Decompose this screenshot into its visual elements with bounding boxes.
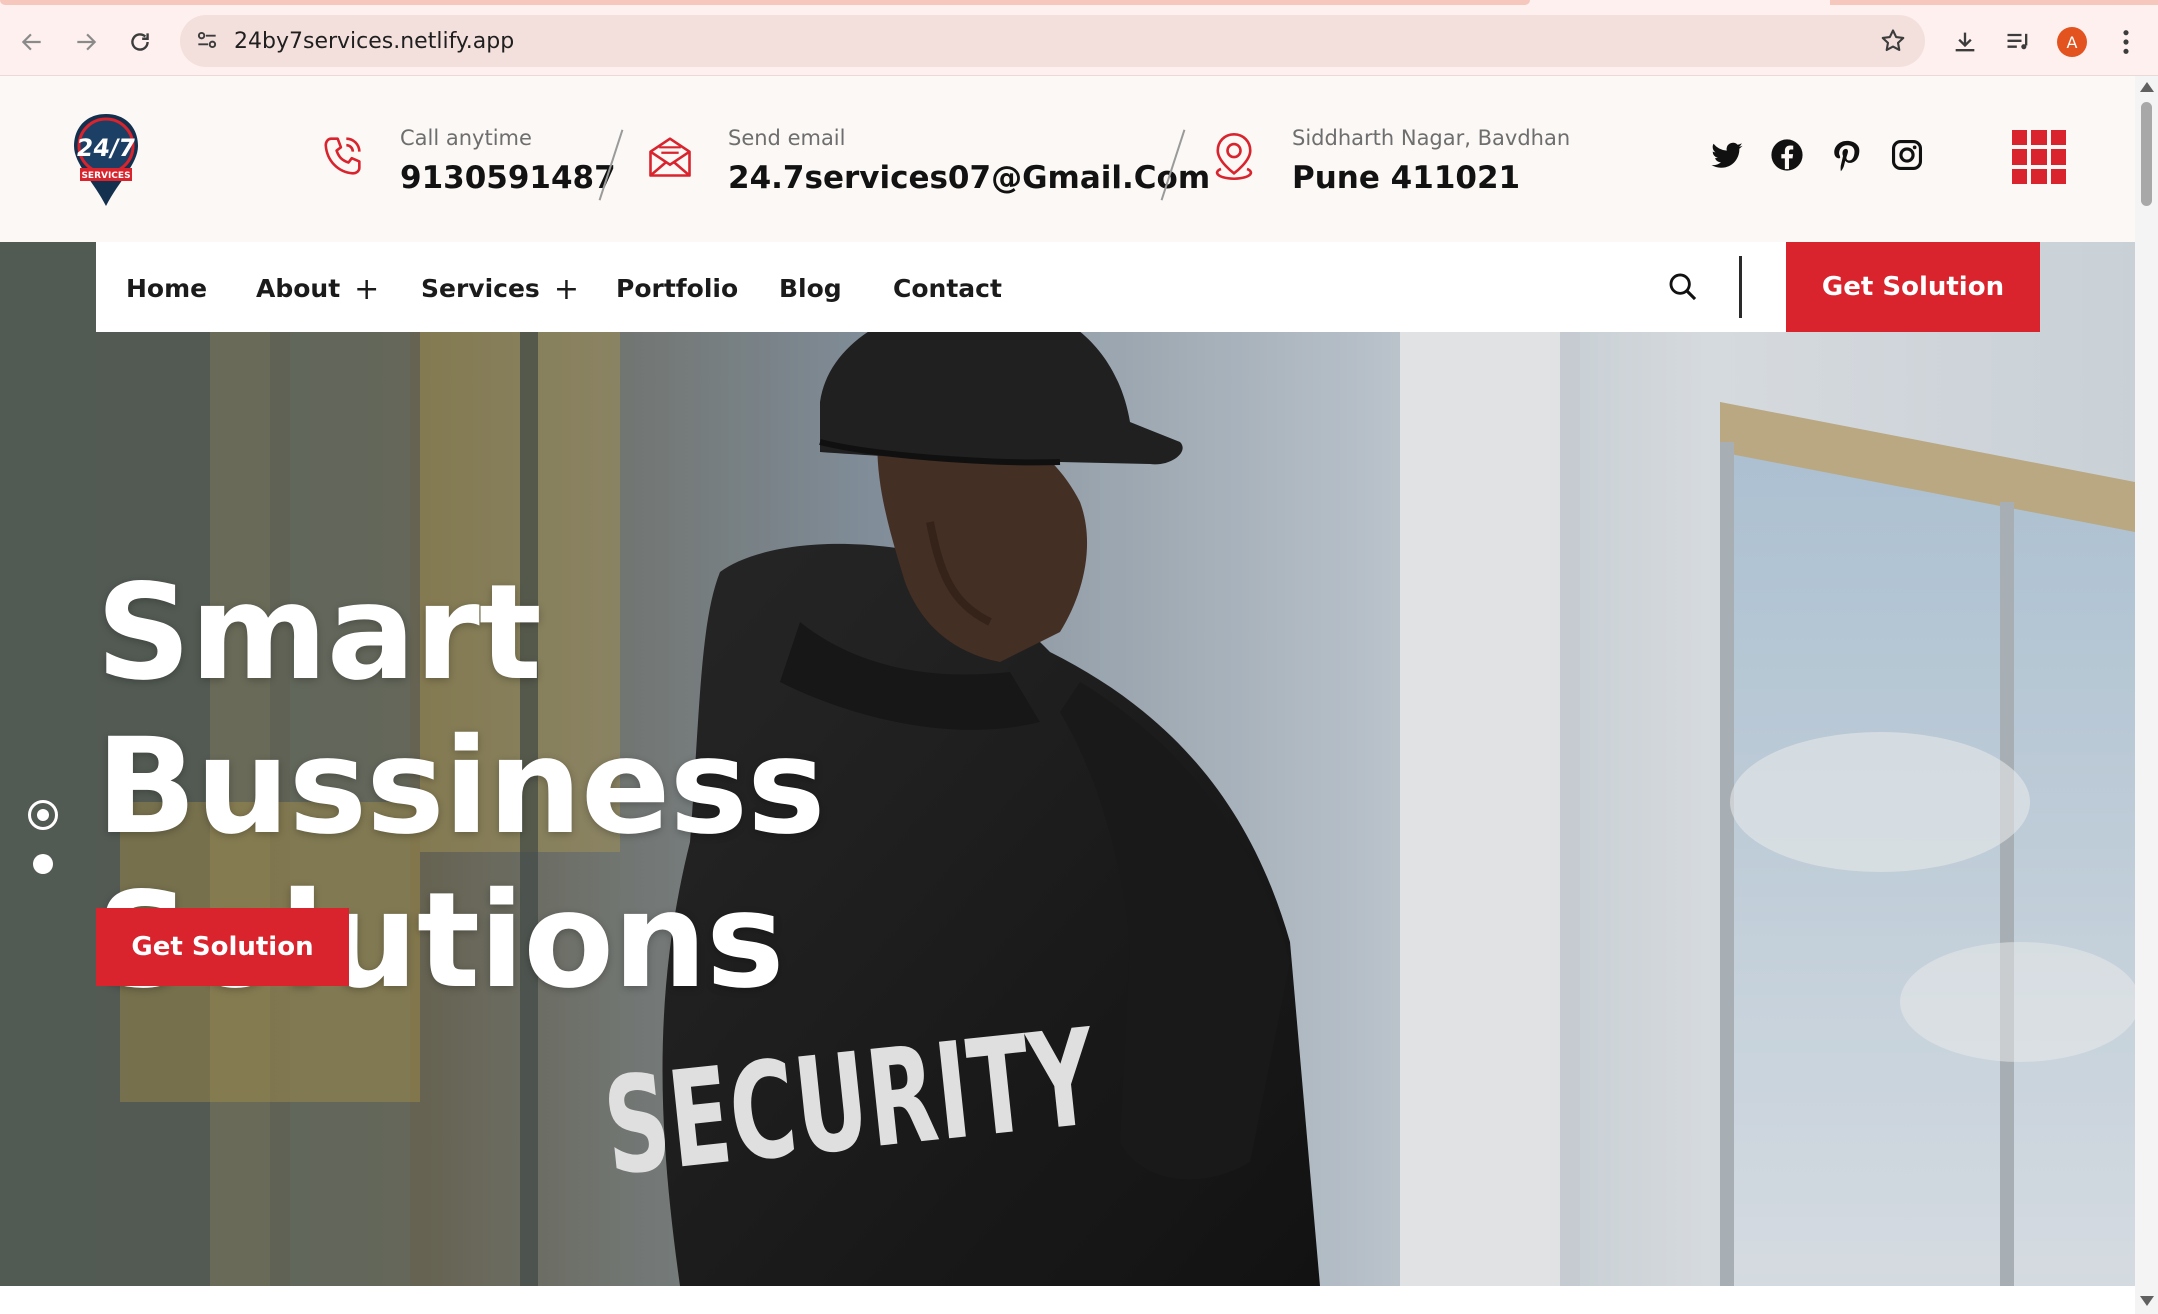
nav-contact[interactable]: Contact [893,274,1002,303]
location-pin-icon [1208,130,1260,182]
expand-plus-icon[interactable]: + [554,275,579,305]
nav-portfolio[interactable]: Portfolio [616,274,738,303]
profile-avatar[interactable]: A [2052,22,2092,62]
kebab-menu-icon[interactable] [2106,22,2146,62]
email-label: Send email [728,126,846,150]
expand-plus-icon[interactable]: + [354,275,379,305]
hero-title-line1: Smart Bussiness [96,556,826,864]
address-label: Siddharth Nagar, Bavdhan [1292,126,1571,150]
forward-arrow-icon[interactable] [66,22,106,62]
search-icon[interactable] [1666,270,1700,304]
tab-strip-right [1830,0,2158,5]
facebook-icon[interactable] [1770,138,1804,172]
nav-about[interactable]: About + [256,274,379,305]
address-city: Pune 411021 [1292,160,1521,196]
tab-strip [0,0,1530,5]
bookmark-star-icon[interactable] [1879,27,1907,60]
email-address[interactable]: 24.7services07@Gmail.Com [728,160,1210,196]
back-arrow-icon[interactable] [12,22,52,62]
twitter-icon[interactable] [1710,138,1744,172]
grid-menu-icon[interactable] [2012,130,2066,184]
site-settings-icon[interactable] [194,27,220,58]
address-info: Siddharth Nagar, Bavdhan Pune 411021 [1292,126,1570,196]
browser-toolbar: 24by7services.netlify.app A [0,0,2158,76]
email-info: Send email 24.7services07@Gmail.Com [728,126,1210,196]
slider-dot[interactable] [33,854,53,874]
nav-home[interactable]: Home [126,274,207,303]
phone-info: Call anytime 9130591487 [400,126,616,196]
svg-text:24/7: 24/7 [75,134,138,162]
download-icon[interactable] [1945,22,1985,62]
reload-icon[interactable] [120,22,160,62]
top-info-bar: 24/7 SERVICES Call anytime 9130591487 Se… [0,76,2135,242]
scroll-up-arrow-icon[interactable] [2140,82,2154,92]
instagram-icon[interactable] [1890,138,1924,172]
page-scrollbar[interactable] [2135,76,2158,1314]
slider-dot-active[interactable] [28,800,58,830]
address-bar[interactable]: 24by7services.netlify.app [180,15,1925,67]
phone-label: Call anytime [400,126,532,150]
email-icon [644,130,696,182]
url-text[interactable]: 24by7services.netlify.app [234,29,514,54]
phone-number[interactable]: 9130591487 [400,160,616,196]
nav-divider [1739,256,1742,318]
hero-get-solution-button[interactable]: Get Solution [96,908,349,986]
pinterest-icon[interactable] [1830,138,1864,172]
main-navbar: Home About + Services + Portfolio Blog Con… [96,242,2040,332]
media-control-icon[interactable] [1998,22,2038,62]
site-logo[interactable]: 24/7 SERVICES [70,112,142,208]
scroll-down-arrow-icon[interactable] [2140,1296,2154,1306]
phone-icon [316,130,368,182]
nav-blog[interactable]: Blog [779,274,842,303]
get-solution-button[interactable]: Get Solution [1786,242,2040,332]
scroll-thumb[interactable] [2141,102,2152,206]
nav-services[interactable]: Services + [421,274,579,305]
webpage: 24/7 SERVICES Call anytime 9130591487 Se… [0,76,2135,1286]
svg-text:SERVICES: SERVICES [81,171,130,181]
